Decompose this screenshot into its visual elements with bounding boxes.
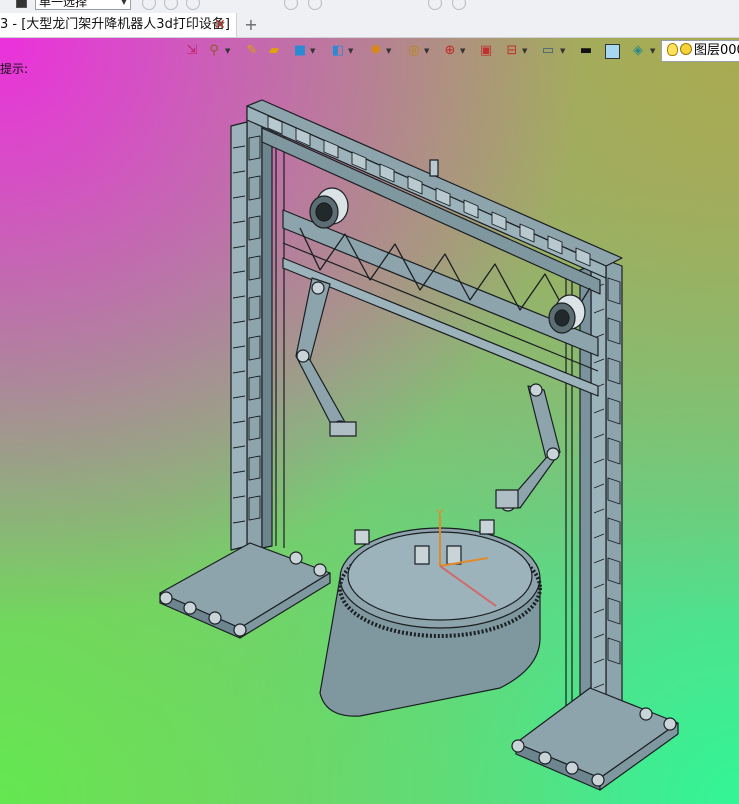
dimension-icon[interactable]: ⊟ (504, 43, 520, 59)
face-color-icon[interactable]: ◧ (330, 43, 346, 59)
smart-select-icon[interactable]: ⚲ (206, 43, 222, 59)
exit-sketch-icon[interactable]: ⇲ (184, 43, 200, 59)
shaded-cube-icon[interactable]: ■ (292, 43, 308, 59)
right-robot-arm (495, 383, 561, 512)
chevron-down-icon[interactable]: ▼ (310, 47, 315, 55)
chevron-down-icon[interactable]: ▼ (386, 47, 391, 55)
point-tool-icon[interactable] (284, 0, 298, 10)
layer-visible-icon[interactable] (680, 43, 692, 55)
top-beam (246, 99, 623, 295)
new-tab-button[interactable]: + (243, 13, 259, 37)
layer-name: 图层000 (694, 43, 739, 58)
chevron-down-icon[interactable]: ▼ (460, 47, 465, 55)
chevron-down-icon[interactable]: ▼ (650, 47, 655, 55)
document-tab[interactable]: 3 - [大型龙门架升降机器人3d打印设备] ✕ (0, 13, 237, 37)
left-robot-arm (295, 277, 357, 437)
right-base (511, 687, 679, 791)
gantry-3d-printer-model: Y (159, 99, 679, 791)
display-monitor-icon[interactable]: ▭ (540, 43, 556, 59)
filter-tool-icon[interactable] (186, 0, 200, 10)
view-toolbar: ⇲ ⚲ ▼ ✎ ▰ ■ ▼ ◧ ▼ ✺ ▼ ◎ ▼ ⊕ ▼ ▣ ⊟ ▼ ▭ ▼ … (180, 38, 739, 64)
chevron-down-icon[interactable]: ▼ (348, 47, 353, 55)
fill-color-icon[interactable] (604, 43, 620, 59)
chevron-down-icon[interactable]: ▼ (424, 47, 429, 55)
close-icon[interactable]: ✕ (212, 13, 228, 37)
chevron-down-icon[interactable]: ▼ (522, 47, 527, 55)
rotate-axis-icon[interactable]: ⊕ (442, 43, 458, 59)
left-base (159, 542, 331, 639)
section-view-icon[interactable]: ▣ (478, 43, 494, 59)
render-style-icon[interactable]: ✺ (368, 43, 384, 59)
selection-mode-select[interactable]: 单一选择 ▼ (35, 0, 131, 10)
lightbulb-icon[interactable] (667, 43, 678, 56)
open-box-icon[interactable]: ▰ (266, 43, 282, 59)
axis-y-label: Y (435, 507, 444, 521)
chevron-down-icon: ▼ (120, 0, 127, 6)
chevron-down-icon[interactable]: ▼ (225, 47, 230, 55)
print-platform (319, 519, 542, 717)
selection-toggle[interactable] (16, 0, 27, 8)
left-motor (309, 187, 349, 229)
layer-selector[interactable]: 图层000 (661, 40, 739, 62)
settings-tool-icon[interactable] (428, 0, 442, 10)
selection-toolbar: 单一选择 ▼ (0, 0, 739, 13)
selection-mode-value: 单一选择 (39, 0, 88, 9)
chevron-down-icon[interactable]: ▼ (560, 47, 565, 55)
document-tab-title: 3 - [大型龙门架升降机器人3d打印设备] (0, 17, 230, 32)
refresh-tool-icon[interactable] (308, 0, 322, 10)
line-color-icon[interactable]: ▬ (578, 43, 594, 59)
graphics-viewport[interactable]: 提示: Y ⇲ ⚲ ▼ ✎ ▰ ■ ▼ ◧ ▼ ✺ ▼ ◎ ▼ ⊕ ▼ ▣ ⊟ … (0, 38, 739, 804)
select-tool-icon[interactable] (142, 0, 156, 10)
gear-icon[interactable] (452, 0, 466, 10)
lasso-tool-icon[interactable] (164, 0, 178, 10)
left-column (230, 102, 285, 552)
pencil-icon[interactable]: ✎ (244, 43, 260, 59)
zoom-view-icon[interactable]: ◎ (406, 43, 422, 59)
layer-stack-icon[interactable]: ◈ (630, 43, 646, 59)
document-tab-bar: 3 - [大型龙门架升降机器人3d打印设备] ✕ + (0, 13, 739, 38)
